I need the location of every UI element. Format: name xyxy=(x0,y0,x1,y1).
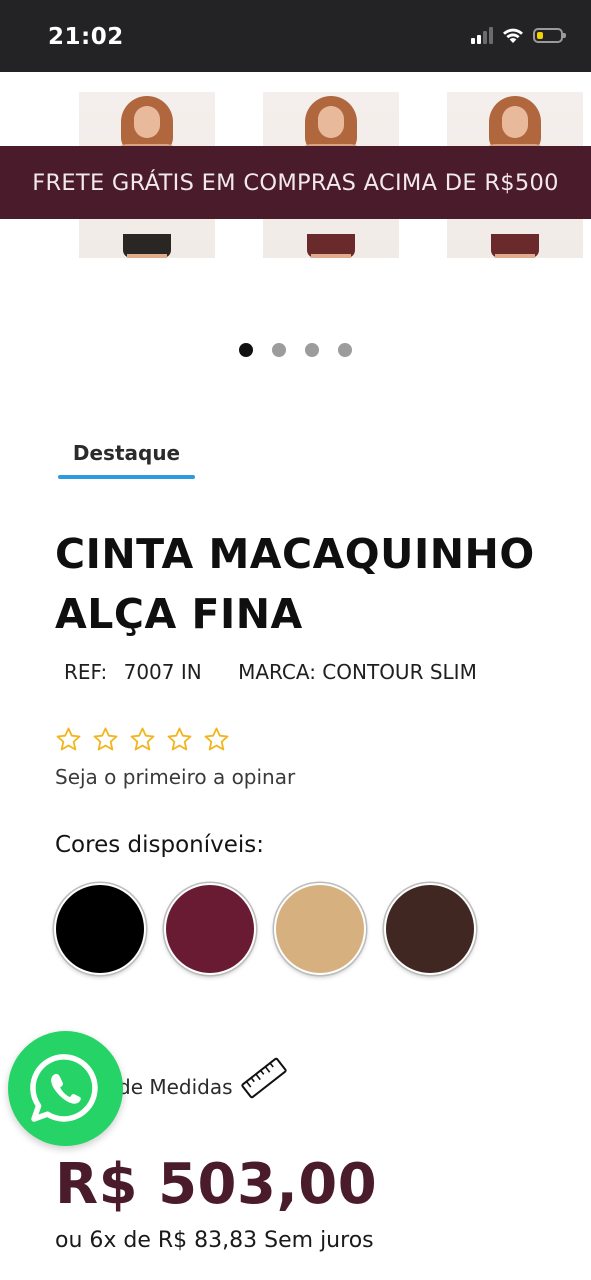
color-swatch-4[interactable] xyxy=(384,883,476,975)
color-swatch-3[interactable] xyxy=(274,883,366,975)
whatsapp-icon xyxy=(29,1053,98,1122)
carousel-dot-4[interactable] xyxy=(338,343,352,357)
star-icon[interactable] xyxy=(129,726,156,753)
product-title-line-2: ALÇA FINA xyxy=(55,590,303,638)
carousel-dot-3[interactable] xyxy=(305,343,319,357)
brand: MARCA: CONTOUR SLIM xyxy=(238,660,477,684)
product-title-line-1: CINTA MACAQUINHO xyxy=(55,530,535,578)
battery-level xyxy=(537,31,543,39)
status-bar: 21:02 xyxy=(0,0,591,72)
installments-info: ou 6x de R$ 83,83 Sem juros xyxy=(55,1228,374,1253)
star-icon[interactable] xyxy=(55,726,82,753)
size-chart-link[interactable]: de Medidas xyxy=(118,1055,289,1101)
product-meta: REF: 7007 IN MARCA: CONTOUR SLIM xyxy=(64,660,477,684)
tab-destaque[interactable]: Destaque xyxy=(58,437,195,479)
star-icon[interactable] xyxy=(203,726,230,753)
carousel-dot-1[interactable] xyxy=(239,343,253,357)
tab-active-indicator xyxy=(58,475,195,479)
carousel-dots xyxy=(0,343,591,357)
ruler-icon xyxy=(240,1057,287,1099)
color-swatch-1[interactable] xyxy=(54,883,146,975)
color-swatch-2[interactable] xyxy=(164,883,256,975)
star-icon[interactable] xyxy=(92,726,119,753)
whatsapp-button[interactable] xyxy=(8,1031,123,1146)
tab-label: Destaque xyxy=(72,441,181,465)
product-price: R$ 503,00 xyxy=(55,1152,378,1217)
color-swatches xyxy=(54,883,476,975)
status-time: 21:02 xyxy=(48,24,124,50)
battery-icon xyxy=(533,27,566,43)
ref-label: REF: xyxy=(64,660,108,684)
product-title: CINTA MACAQUINHO ALÇA FINA xyxy=(55,524,591,644)
carousel-dot-2[interactable] xyxy=(272,343,286,357)
colors-label: Cores disponíveis: xyxy=(55,832,265,858)
size-chart-label: de Medidas xyxy=(118,1075,233,1099)
free-shipping-banner: FRETE GRÁTIS EM COMPRAS ACIMA DE R$500 xyxy=(0,146,591,219)
rating-stars[interactable] xyxy=(55,726,230,753)
cellular-signal-icon xyxy=(471,26,493,44)
status-icons xyxy=(471,26,566,44)
review-prompt[interactable]: Seja o primeiro a opinar xyxy=(55,765,295,789)
wifi-icon xyxy=(503,28,523,43)
star-icon[interactable] xyxy=(166,726,193,753)
ref-value: 7007 IN xyxy=(123,660,202,684)
